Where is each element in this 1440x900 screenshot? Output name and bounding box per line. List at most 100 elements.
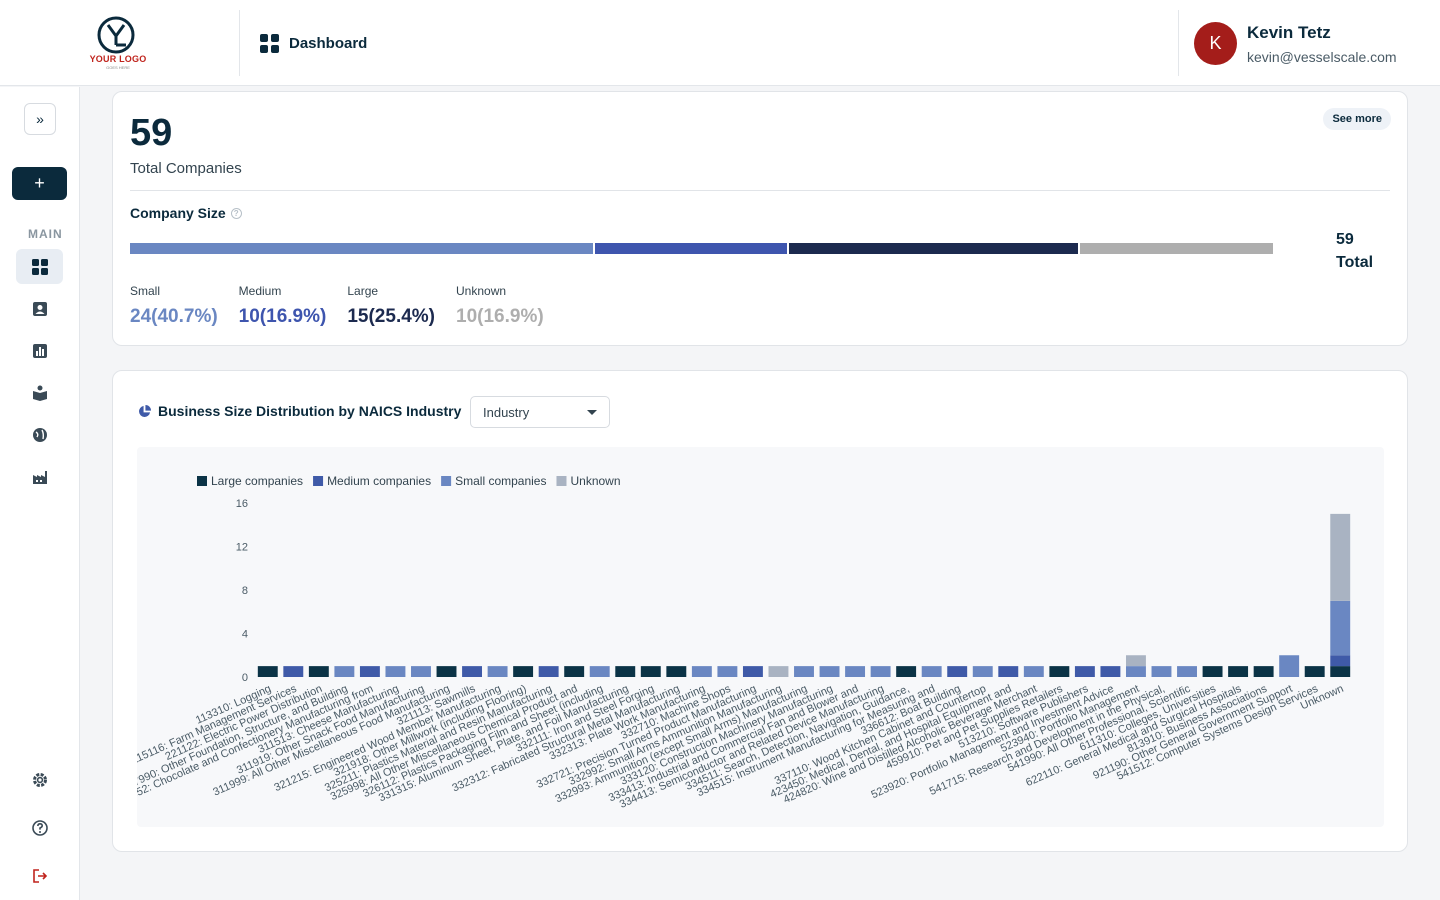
total-companies-label: Total Companies	[130, 160, 242, 177]
see-more-button[interactable]: See more	[1323, 108, 1391, 130]
legend-label: Medium companies	[327, 474, 431, 488]
sidebar-item-reports[interactable]	[16, 333, 63, 368]
bar-segment	[794, 666, 814, 677]
legend-swatch	[556, 476, 567, 486]
bar-segment	[513, 666, 534, 677]
bar-segment	[257, 666, 278, 677]
size-bar-segment-medium[interactable]	[594, 243, 788, 254]
size-stat-unknown: Unknown 10(16.9%)	[456, 284, 544, 328]
size-stat-label: Unknown	[456, 284, 507, 298]
book-reader-icon	[32, 385, 47, 401]
bar-segment	[1100, 666, 1121, 677]
bar-segment	[1330, 655, 1351, 667]
bar-segment	[1202, 666, 1223, 677]
bar-segment	[845, 666, 866, 677]
company-size-stats: Small 24(40.7%) Medium 10(16.9%) Large 15(25.…	[130, 284, 565, 328]
bar-segment	[742, 666, 763, 677]
dashboard-icon	[260, 34, 279, 53]
logo-text: YOUR LOGO	[89, 54, 147, 64]
sidebar-item-industry[interactable]	[16, 459, 63, 494]
bar-segment	[487, 666, 508, 677]
card-divider	[130, 190, 1390, 191]
bar-segment	[870, 666, 891, 677]
size-stat-value: 10(16.9%)	[456, 306, 544, 327]
size-bar-segment-unknown[interactable]	[1080, 243, 1274, 254]
legend-swatch	[441, 476, 452, 486]
y-tick-label: 8	[242, 585, 248, 597]
size-bar-segment-large[interactable]	[789, 243, 1079, 254]
bar-segment	[283, 666, 304, 677]
bar-segment	[921, 666, 942, 677]
size-stat-label: Medium	[238, 284, 282, 298]
company-summary-card: 59 Total Companies See more Company Size…	[112, 91, 1408, 346]
bar-segment	[666, 666, 687, 677]
pie-chart-icon	[139, 404, 151, 417]
sidebar: » + MAIN	[0, 87, 80, 900]
legend-swatch	[197, 476, 207, 486]
sidebar-item-global[interactable]	[16, 417, 63, 452]
industry-dropdown[interactable]: Industry	[470, 396, 610, 428]
bar-segment	[564, 666, 585, 677]
factory-icon	[32, 470, 47, 484]
sidebar-item-learning[interactable]	[16, 375, 63, 410]
top-bar: YOUR LOGO GOES HERE Dashboard K Kevin Te…	[0, 0, 1440, 86]
business-size-chart: 0 4 8 12 16 Large companies Medium companies Sm…	[137, 474, 1351, 811]
company-size-bar	[130, 243, 1274, 254]
bar-segment	[1074, 666, 1095, 677]
bar-segment	[640, 666, 661, 677]
sidebar-item-help[interactable]	[16, 810, 63, 845]
legend-label: Large companies	[211, 474, 303, 488]
size-stat-label: Large	[347, 284, 379, 298]
add-button[interactable]: +	[12, 167, 67, 200]
sidebar-item-settings[interactable]	[16, 762, 63, 797]
size-stat-large: Large 15(25.4%)	[347, 284, 435, 328]
company-size-total-value: 59	[1336, 231, 1354, 248]
contact-card-icon	[32, 301, 47, 316]
size-stat-medium: Medium 10(16.9%)	[239, 284, 327, 328]
expand-sidebar-button[interactable]: »	[24, 103, 56, 135]
info-icon[interactable]: ?	[230, 207, 242, 219]
bar-segment	[1279, 655, 1300, 677]
sidebar-item-logout[interactable]	[16, 858, 63, 893]
sidebar-section-label: MAIN	[28, 227, 63, 241]
distribution-title-text: Business Size Distribution by NAICS Indu…	[158, 403, 462, 419]
globe-icon	[32, 427, 47, 442]
size-stat-value: 24(40.7%)	[130, 306, 218, 327]
bar-segment	[411, 666, 431, 677]
bar-segment	[308, 666, 329, 677]
company-size-total: 59 Total	[1336, 228, 1373, 274]
user-email: kevin@vesselscale.com	[1247, 48, 1397, 65]
sidebar-item-contacts[interactable]	[16, 291, 63, 326]
bar-segment	[1330, 666, 1351, 677]
header-divider-right	[1178, 10, 1179, 76]
user-profile[interactable]: K Kevin Tetz kevin@vesselscale.com	[1194, 22, 1397, 65]
size-stat-value: 15(25.4%)	[347, 306, 436, 327]
size-stat-label: Small	[130, 284, 161, 298]
logo[interactable]: YOUR LOGO GOES HERE	[0, 0, 240, 86]
industry-dropdown-value: Industry	[483, 404, 530, 420]
size-stat-small: Small 24(40.7%)	[130, 284, 218, 328]
distribution-title: Business Size Distribution by NAICS Indu…	[138, 403, 461, 419]
bar-segment	[1177, 666, 1197, 677]
bar-segment	[615, 666, 636, 677]
bar-segment	[359, 666, 380, 677]
bar-segment	[998, 666, 1019, 677]
header-divider	[239, 10, 240, 76]
business-size-distribution-card: Business Size Distribution by NAICS Indu…	[112, 370, 1408, 852]
page-title: Dashboard	[260, 34, 367, 53]
bar-segment	[896, 666, 917, 677]
logo-subtext: GOES HERE	[106, 65, 130, 70]
page-title-text: Dashboard	[289, 35, 368, 52]
chart-area: 0 4 8 12 16 Large companies Medium companies Sm…	[137, 447, 1384, 827]
bar-segment	[538, 666, 559, 677]
bar-segment	[1151, 666, 1172, 677]
avatar[interactable]: K	[1194, 22, 1237, 65]
company-size-title-text: Company Size	[130, 205, 226, 221]
bar-segment	[436, 666, 457, 677]
bar-segment	[972, 666, 993, 677]
bar-segment	[385, 666, 406, 677]
sidebar-item-dashboard[interactable]	[16, 249, 63, 284]
bar-segment	[717, 666, 738, 677]
size-bar-segment-small[interactable]	[130, 243, 593, 254]
bar-segment	[1304, 666, 1325, 677]
